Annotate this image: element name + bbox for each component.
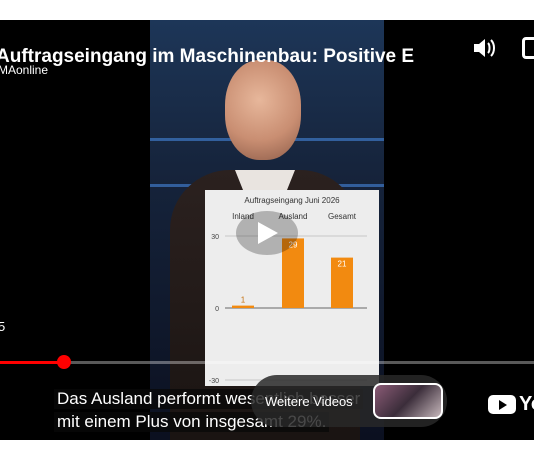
chart-title: Auftragseingang Juni 2026 — [244, 196, 340, 205]
time-display: 5 — [0, 319, 6, 334]
bar-value-label: 1 — [241, 296, 246, 305]
y-tick-label: 0 — [215, 306, 219, 313]
y-tick-label: 30 — [211, 234, 219, 241]
youtube-wordmark: You — [519, 393, 534, 415]
scrubber-handle[interactable] — [57, 355, 72, 369]
y-tick-label: -30 — [209, 378, 219, 385]
volume-icon[interactable] — [472, 37, 498, 59]
video-title[interactable]: Auftragseingang im Maschinenbau: Positiv… — [0, 46, 414, 68]
share-icon[interactable] — [522, 37, 534, 59]
presenter-head — [225, 60, 301, 160]
progress-bar[interactable] — [0, 361, 534, 364]
bar-value-label: 21 — [338, 260, 347, 269]
more-videos-label: Weitere Videos — [265, 394, 353, 409]
category-label: Gesamt — [328, 212, 357, 221]
youtube-logo[interactable]: You — [488, 392, 534, 416]
play-button[interactable] — [236, 211, 298, 255]
channel-name[interactable]: MAonline — [0, 63, 48, 77]
progress-fill — [0, 361, 65, 364]
video-thumbnail[interactable] — [373, 383, 443, 419]
video-player[interactable]: Auftragseingang im Maschinenbau: Positiv… — [0, 20, 534, 440]
more-videos-button[interactable]: Weitere Videos — [251, 375, 447, 427]
chart-bar — [232, 305, 254, 308]
youtube-play-icon — [488, 395, 516, 414]
